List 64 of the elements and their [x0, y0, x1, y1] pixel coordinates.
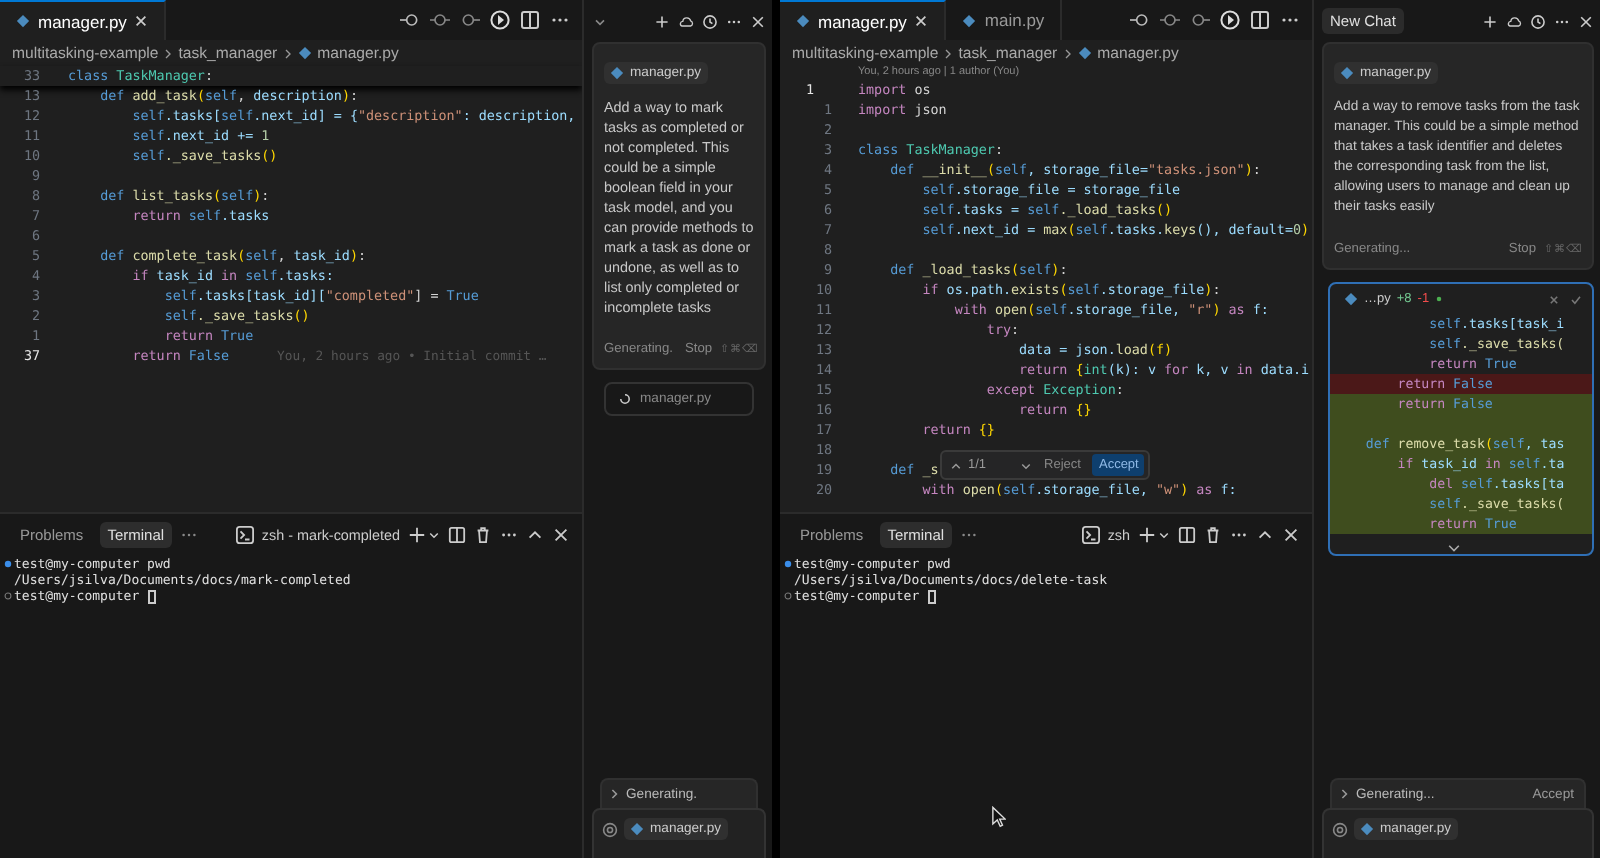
split-editor-icon[interactable]: [520, 10, 540, 30]
chevron-up-icon[interactable]: [950, 459, 962, 471]
editor-tab[interactable]: manager.py: [0, 0, 167, 40]
python-file-icon: [610, 66, 624, 80]
command-status-dot: [3, 560, 11, 568]
split-editor-icon[interactable]: [1250, 10, 1270, 30]
check-icon[interactable]: [1568, 291, 1584, 307]
close-icon[interactable]: [1282, 525, 1300, 543]
chevron-right-icon[interactable]: [606, 786, 622, 802]
circle-icon[interactable]: [430, 10, 450, 30]
python-file-icon: [1344, 292, 1358, 306]
plus-icon[interactable]: [654, 13, 670, 29]
circle-right-icon[interactable]: [460, 10, 480, 30]
unsaved-dot: [1435, 296, 1442, 302]
cloud-icon[interactable]: [678, 13, 694, 29]
python-file-icon: [1340, 66, 1354, 80]
chevron-right-icon: [164, 47, 173, 59]
circle-left-icon[interactable]: [400, 10, 420, 30]
plus-icon[interactable]: [1138, 525, 1156, 543]
python-file-icon: [630, 822, 644, 836]
circle-right-icon[interactable]: [1190, 10, 1210, 30]
chevron-down-icon[interactable]: [1020, 459, 1033, 471]
python-file-icon: [796, 14, 810, 28]
trash-icon[interactable]: [474, 525, 492, 543]
python-file-icon: [297, 46, 312, 60]
chevron-right-icon: [283, 47, 292, 59]
run-icon[interactable]: [490, 10, 510, 30]
python-file-icon: [1360, 822, 1374, 836]
split-terminal-icon[interactable]: [1178, 525, 1196, 543]
editor-tab[interactable]: main.py: [946, 0, 1063, 40]
cloud-icon[interactable]: [1506, 13, 1522, 29]
close-icon[interactable]: [1578, 13, 1594, 29]
prompt-dot: [3, 592, 11, 600]
chevron-right-icon: [944, 47, 953, 59]
command-status-dot: [783, 560, 791, 568]
spinner-icon: [618, 392, 632, 406]
close-icon[interactable]: [914, 14, 929, 28]
chevron-down-icon[interactable]: [1446, 544, 1462, 554]
python-file-icon: [962, 13, 977, 27]
mouse-pointer-icon: [992, 806, 1006, 828]
plus-icon[interactable]: [1482, 13, 1498, 29]
circle-left-icon[interactable]: [1130, 10, 1150, 30]
split-terminal-icon[interactable]: [448, 525, 466, 543]
close-icon[interactable]: [750, 13, 766, 29]
terminal-cursor: [147, 589, 156, 603]
python-file-icon: [16, 14, 30, 28]
editor-tab[interactable]: manager.py: [780, 0, 947, 40]
history-icon[interactable]: [702, 13, 718, 29]
close-icon[interactable]: [134, 14, 149, 28]
close-icon[interactable]: [552, 525, 570, 543]
at-sign-icon[interactable]: [602, 822, 618, 838]
python-file-icon: [1077, 46, 1092, 60]
chevron-right-icon[interactable]: [1336, 786, 1352, 802]
at-sign-icon[interactable]: [1332, 822, 1348, 838]
terminal-cursor: [927, 589, 936, 603]
terminal-icon: [235, 525, 254, 543]
chevron-right-icon: [1063, 47, 1072, 59]
run-icon[interactable]: [1220, 10, 1240, 30]
prompt-dot: [783, 592, 791, 600]
terminal-icon: [1081, 525, 1100, 543]
plus-icon[interactable]: [408, 525, 426, 543]
history-icon[interactable]: [1530, 13, 1546, 29]
trash-icon[interactable]: [1204, 525, 1222, 543]
circle-icon[interactable]: [1160, 10, 1180, 30]
